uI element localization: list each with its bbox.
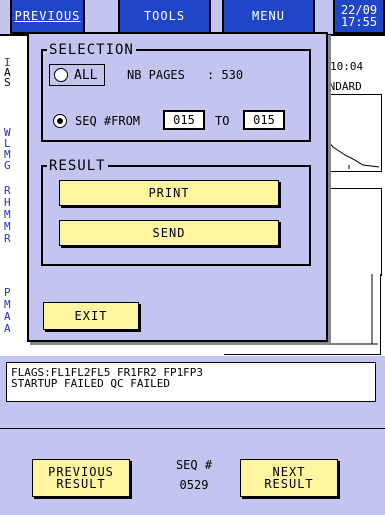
flags-line-2: STARTUP FAILED QC FAILED <box>11 377 170 390</box>
bottom-navigation: PREVIOUS RESULT SEQ # 0529 NEXT RESULT <box>0 428 385 515</box>
to-label: TO <box>215 114 230 128</box>
seq-from-field[interactable]: 015 <box>163 110 205 130</box>
side-letter: M <box>4 220 11 233</box>
side-letter: R <box>4 232 11 245</box>
nb-pages-value: : 530 <box>207 68 244 82</box>
all-radio[interactable] <box>54 68 68 82</box>
side-letter: A <box>4 310 11 323</box>
seq-indicator-value: 0529 <box>179 478 209 492</box>
tab-previous-label: PREVIOUS <box>14 9 81 23</box>
tab-menu[interactable]: MENU <box>222 0 315 34</box>
tab-menu-label: MENU <box>252 9 285 23</box>
next-result-button[interactable]: NEXT RESULT <box>240 459 338 497</box>
print-button[interactable]: PRINT <box>59 180 279 206</box>
print-button-label: PRINT <box>148 186 190 200</box>
previous-result-button[interactable]: PREVIOUS RESULT <box>32 459 130 497</box>
exit-button-label: EXIT <box>74 309 108 323</box>
print-send-dialog: SELECTION ALL NB PAGES : 530 SEQ #FROM 0… <box>27 32 328 342</box>
side-letter: M <box>4 298 11 311</box>
side-letter: W <box>4 126 11 139</box>
selection-group: SELECTION ALL NB PAGES : 530 SEQ #FROM 0… <box>41 42 311 142</box>
side-letter: L <box>4 137 11 150</box>
side-letter: G <box>4 159 11 172</box>
tab-previous[interactable]: PREVIOUS <box>10 0 85 34</box>
side-letter: H <box>4 196 11 209</box>
tab-tools-label: TOOLS <box>143 9 186 23</box>
side-letter: M <box>4 208 11 221</box>
side-letter: M <box>4 148 11 161</box>
seq-radio[interactable] <box>53 114 67 128</box>
send-button-label: SEND <box>152 226 186 240</box>
clock: 22/09 17:55 <box>333 0 385 34</box>
result-group: RESULT PRINT SEND <box>41 158 311 266</box>
selection-title: SELECTION <box>49 42 134 58</box>
side-letter: A <box>4 322 11 335</box>
tab-tools[interactable]: TOOLS <box>118 0 211 34</box>
time-readout: 10:04 <box>330 60 364 73</box>
clock-time: 17:55 <box>340 15 378 29</box>
seq-from-label: SEQ #FROM <box>75 114 141 128</box>
send-button[interactable]: SEND <box>59 220 279 246</box>
exit-button[interactable]: EXIT <box>43 302 139 330</box>
all-option[interactable]: ALL <box>49 64 105 86</box>
side-letter: S <box>4 76 11 89</box>
side-letter: P <box>4 286 11 299</box>
result-title: RESULT <box>49 158 106 174</box>
side-letter: R <box>4 184 11 197</box>
next-result-line2: RESULT <box>264 477 314 491</box>
previous-result-line2: RESULT <box>56 477 106 491</box>
all-label: ALL <box>74 68 98 83</box>
nb-pages-label: NB PAGES <box>127 68 185 82</box>
seq-indicator-label: SEQ # <box>175 458 213 472</box>
seq-to-field[interactable]: 015 <box>243 110 285 130</box>
seq-indicator: SEQ # 0529 <box>168 455 220 495</box>
flags-message-box: FLAGS:FL1FL2FL5 FR1FR2 FP1FP3 STARTUP FAI… <box>6 362 376 402</box>
histogram-curve-1 <box>320 134 380 169</box>
